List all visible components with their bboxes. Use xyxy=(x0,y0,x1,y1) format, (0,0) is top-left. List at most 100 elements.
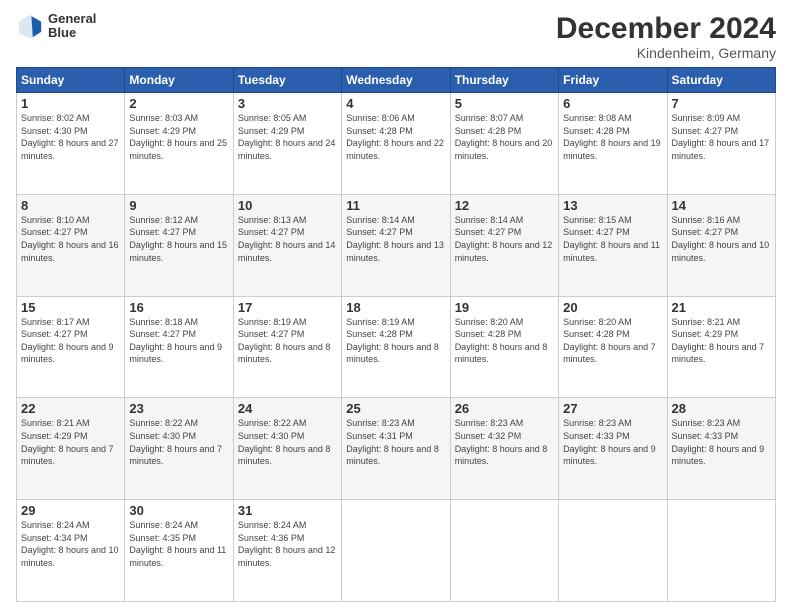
calendar-cell: 14Sunrise: 8:16 AMSunset: 4:27 PMDayligh… xyxy=(667,194,775,296)
day-info: Sunrise: 8:24 AMSunset: 4:36 PMDaylight:… xyxy=(238,519,337,569)
logo-line1: General xyxy=(48,12,96,26)
calendar-header-row: SundayMondayTuesdayWednesdayThursdayFrid… xyxy=(17,68,776,93)
day-number: 24 xyxy=(238,401,337,416)
day-info: Sunrise: 8:17 AMSunset: 4:27 PMDaylight:… xyxy=(21,316,120,366)
calendar-table: SundayMondayTuesdayWednesdayThursdayFrid… xyxy=(16,67,776,602)
day-number: 14 xyxy=(672,198,771,213)
title-block: December 2024 Kindenheim, Germany xyxy=(556,12,776,61)
day-info: Sunrise: 8:21 AMSunset: 4:29 PMDaylight:… xyxy=(672,316,771,366)
calendar-week-row: 15Sunrise: 8:17 AMSunset: 4:27 PMDayligh… xyxy=(17,296,776,398)
page-title: December 2024 xyxy=(556,12,776,45)
calendar-week-row: 29Sunrise: 8:24 AMSunset: 4:34 PMDayligh… xyxy=(17,500,776,602)
day-info: Sunrise: 8:21 AMSunset: 4:29 PMDaylight:… xyxy=(21,417,120,467)
day-info: Sunrise: 8:05 AMSunset: 4:29 PMDaylight:… xyxy=(238,112,337,162)
day-info: Sunrise: 8:20 AMSunset: 4:28 PMDaylight:… xyxy=(563,316,662,366)
calendar-cell: 31Sunrise: 8:24 AMSunset: 4:36 PMDayligh… xyxy=(233,500,341,602)
day-info: Sunrise: 8:14 AMSunset: 4:27 PMDaylight:… xyxy=(346,214,445,264)
day-number: 23 xyxy=(129,401,228,416)
day-number: 25 xyxy=(346,401,445,416)
day-info: Sunrise: 8:19 AMSunset: 4:28 PMDaylight:… xyxy=(346,316,445,366)
day-number: 18 xyxy=(346,300,445,315)
day-info: Sunrise: 8:10 AMSunset: 4:27 PMDaylight:… xyxy=(21,214,120,264)
day-info: Sunrise: 8:03 AMSunset: 4:29 PMDaylight:… xyxy=(129,112,228,162)
calendar-cell: 22Sunrise: 8:21 AMSunset: 4:29 PMDayligh… xyxy=(17,398,125,500)
day-number: 12 xyxy=(455,198,554,213)
day-info: Sunrise: 8:24 AMSunset: 4:34 PMDaylight:… xyxy=(21,519,120,569)
calendar-cell: 20Sunrise: 8:20 AMSunset: 4:28 PMDayligh… xyxy=(559,296,667,398)
day-info: Sunrise: 8:08 AMSunset: 4:28 PMDaylight:… xyxy=(563,112,662,162)
day-number: 13 xyxy=(563,198,662,213)
calendar-cell: 30Sunrise: 8:24 AMSunset: 4:35 PMDayligh… xyxy=(125,500,233,602)
day-info: Sunrise: 8:22 AMSunset: 4:30 PMDaylight:… xyxy=(238,417,337,467)
day-info: Sunrise: 8:14 AMSunset: 4:27 PMDaylight:… xyxy=(455,214,554,264)
calendar-cell: 3Sunrise: 8:05 AMSunset: 4:29 PMDaylight… xyxy=(233,93,341,195)
day-number: 7 xyxy=(672,96,771,111)
day-number: 16 xyxy=(129,300,228,315)
calendar-day-header: Sunday xyxy=(17,68,125,93)
day-number: 20 xyxy=(563,300,662,315)
day-info: Sunrise: 8:23 AMSunset: 4:32 PMDaylight:… xyxy=(455,417,554,467)
day-number: 3 xyxy=(238,96,337,111)
day-info: Sunrise: 8:02 AMSunset: 4:30 PMDaylight:… xyxy=(21,112,120,162)
day-info: Sunrise: 8:23 AMSunset: 4:31 PMDaylight:… xyxy=(346,417,445,467)
day-info: Sunrise: 8:09 AMSunset: 4:27 PMDaylight:… xyxy=(672,112,771,162)
calendar-cell: 28Sunrise: 8:23 AMSunset: 4:33 PMDayligh… xyxy=(667,398,775,500)
calendar-cell: 13Sunrise: 8:15 AMSunset: 4:27 PMDayligh… xyxy=(559,194,667,296)
calendar-cell: 26Sunrise: 8:23 AMSunset: 4:32 PMDayligh… xyxy=(450,398,558,500)
calendar-cell: 1Sunrise: 8:02 AMSunset: 4:30 PMDaylight… xyxy=(17,93,125,195)
calendar-cell: 19Sunrise: 8:20 AMSunset: 4:28 PMDayligh… xyxy=(450,296,558,398)
day-number: 11 xyxy=(346,198,445,213)
day-number: 27 xyxy=(563,401,662,416)
calendar-week-row: 1Sunrise: 8:02 AMSunset: 4:30 PMDaylight… xyxy=(17,93,776,195)
day-number: 26 xyxy=(455,401,554,416)
day-info: Sunrise: 8:06 AMSunset: 4:28 PMDaylight:… xyxy=(346,112,445,162)
day-number: 15 xyxy=(21,300,120,315)
day-number: 31 xyxy=(238,503,337,518)
day-info: Sunrise: 8:18 AMSunset: 4:27 PMDaylight:… xyxy=(129,316,228,366)
day-number: 19 xyxy=(455,300,554,315)
calendar-day-header: Thursday xyxy=(450,68,558,93)
calendar-cell: 24Sunrise: 8:22 AMSunset: 4:30 PMDayligh… xyxy=(233,398,341,500)
page: General Blue December 2024 Kindenheim, G… xyxy=(0,0,792,612)
calendar-cell: 16Sunrise: 8:18 AMSunset: 4:27 PMDayligh… xyxy=(125,296,233,398)
day-number: 6 xyxy=(563,96,662,111)
logo-text: General Blue xyxy=(48,12,96,41)
day-info: Sunrise: 8:22 AMSunset: 4:30 PMDaylight:… xyxy=(129,417,228,467)
calendar-cell xyxy=(559,500,667,602)
calendar-cell: 7Sunrise: 8:09 AMSunset: 4:27 PMDaylight… xyxy=(667,93,775,195)
day-number: 29 xyxy=(21,503,120,518)
calendar-day-header: Tuesday xyxy=(233,68,341,93)
calendar-cell: 17Sunrise: 8:19 AMSunset: 4:27 PMDayligh… xyxy=(233,296,341,398)
day-info: Sunrise: 8:20 AMSunset: 4:28 PMDaylight:… xyxy=(455,316,554,366)
day-number: 17 xyxy=(238,300,337,315)
calendar-week-row: 22Sunrise: 8:21 AMSunset: 4:29 PMDayligh… xyxy=(17,398,776,500)
calendar-cell: 5Sunrise: 8:07 AMSunset: 4:28 PMDaylight… xyxy=(450,93,558,195)
calendar-cell: 8Sunrise: 8:10 AMSunset: 4:27 PMDaylight… xyxy=(17,194,125,296)
day-number: 4 xyxy=(346,96,445,111)
day-info: Sunrise: 8:12 AMSunset: 4:27 PMDaylight:… xyxy=(129,214,228,264)
day-number: 1 xyxy=(21,96,120,111)
day-info: Sunrise: 8:16 AMSunset: 4:27 PMDaylight:… xyxy=(672,214,771,264)
day-number: 9 xyxy=(129,198,228,213)
calendar-cell: 25Sunrise: 8:23 AMSunset: 4:31 PMDayligh… xyxy=(342,398,450,500)
day-info: Sunrise: 8:19 AMSunset: 4:27 PMDaylight:… xyxy=(238,316,337,366)
day-info: Sunrise: 8:13 AMSunset: 4:27 PMDaylight:… xyxy=(238,214,337,264)
calendar-cell: 6Sunrise: 8:08 AMSunset: 4:28 PMDaylight… xyxy=(559,93,667,195)
day-number: 28 xyxy=(672,401,771,416)
logo-line2: Blue xyxy=(48,26,96,40)
logo-icon xyxy=(16,12,44,40)
calendar-cell: 11Sunrise: 8:14 AMSunset: 4:27 PMDayligh… xyxy=(342,194,450,296)
calendar-cell xyxy=(342,500,450,602)
day-info: Sunrise: 8:15 AMSunset: 4:27 PMDaylight:… xyxy=(563,214,662,264)
calendar-cell: 27Sunrise: 8:23 AMSunset: 4:33 PMDayligh… xyxy=(559,398,667,500)
calendar-cell: 18Sunrise: 8:19 AMSunset: 4:28 PMDayligh… xyxy=(342,296,450,398)
calendar-cell: 12Sunrise: 8:14 AMSunset: 4:27 PMDayligh… xyxy=(450,194,558,296)
top-bar: General Blue December 2024 Kindenheim, G… xyxy=(16,12,776,61)
calendar-week-row: 8Sunrise: 8:10 AMSunset: 4:27 PMDaylight… xyxy=(17,194,776,296)
day-info: Sunrise: 8:23 AMSunset: 4:33 PMDaylight:… xyxy=(672,417,771,467)
day-info: Sunrise: 8:07 AMSunset: 4:28 PMDaylight:… xyxy=(455,112,554,162)
day-number: 2 xyxy=(129,96,228,111)
day-info: Sunrise: 8:24 AMSunset: 4:35 PMDaylight:… xyxy=(129,519,228,569)
calendar-cell: 9Sunrise: 8:12 AMSunset: 4:27 PMDaylight… xyxy=(125,194,233,296)
calendar-day-header: Saturday xyxy=(667,68,775,93)
